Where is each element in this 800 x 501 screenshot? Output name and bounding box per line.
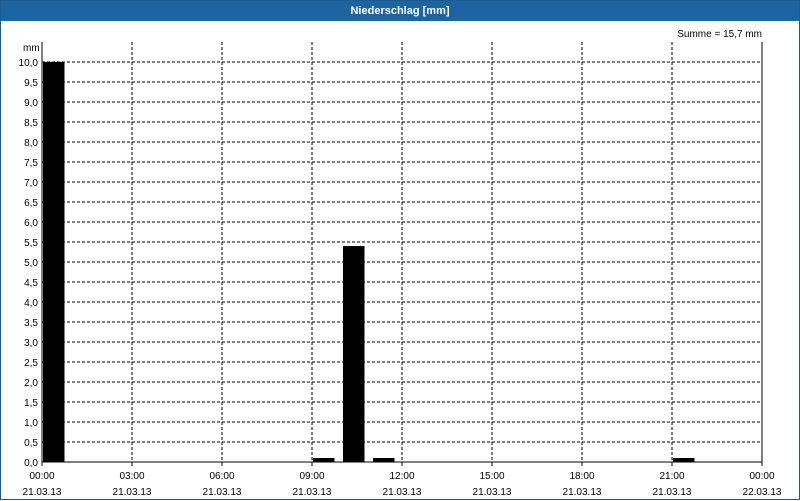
x-tick-time-label: 21:00: [659, 471, 684, 482]
y-unit-label: mm: [23, 43, 40, 54]
x-tick-date-label: 21.03.13: [473, 487, 512, 498]
y-tick-label: 3,0: [24, 338, 38, 349]
x-tick-time-label: 15:00: [479, 471, 504, 482]
x-tick-date-label: 21.03.13: [23, 487, 62, 498]
y-tick-label: 8,0: [24, 138, 38, 149]
y-tick-label: 9,0: [24, 98, 38, 109]
y-tick-label: 6,0: [24, 218, 38, 229]
precipitation-chart: 0,0 0,5 1,0 1,5 2,0 2,5 3,0 3,5 4,0 4,5 5,0 5,5 6,0 6…: [19, 29, 782, 498]
x-tick-date-label: 21.03.13: [563, 487, 602, 498]
y-tick-label: 5,5: [24, 238, 38, 249]
x-tick-date-label: 21.03.13: [383, 487, 422, 498]
y-tick-label: 10,0: [19, 58, 39, 69]
y-tick-label: 8,5: [24, 118, 38, 129]
y-tick-label: 0,5: [24, 438, 38, 449]
precipitation-bar: [43, 62, 65, 462]
x-tick-date-label: 21.03.13: [653, 487, 692, 498]
x-tick-time-label: 03:00: [119, 471, 144, 482]
precipitation-bar: [673, 458, 695, 462]
x-tick-date-label: 22.03.13: [743, 487, 782, 498]
y-tick-label: 1,5: [24, 398, 38, 409]
x-tick-time-label: 00:00: [29, 471, 54, 482]
x-tick-time-label: 06:00: [209, 471, 234, 482]
y-tick-label: 1,0: [24, 418, 38, 429]
x-tick-time-label: 12:00: [389, 471, 414, 482]
y-tick-label: 7,0: [24, 178, 38, 189]
y-tick-label: 4,0: [24, 298, 38, 309]
y-tick-label: 6,5: [24, 198, 38, 209]
x-tick-time-label: 00:00: [749, 471, 774, 482]
y-tick-label: 3,5: [24, 318, 38, 329]
x-tick-date-label: 21.03.13: [203, 487, 242, 498]
y-tick-label: 0,0: [24, 458, 38, 469]
chart-window: Niederschlag [mm] 0,0 0,5 1,0 1,5 2,0 2,5 3,0 3…: [0, 0, 800, 500]
y-tick-label: 7,5: [24, 158, 38, 169]
y-tick-label: 9,5: [24, 78, 38, 89]
y-tick-label: 5,0: [24, 258, 38, 269]
y-tick-label: 2,0: [24, 378, 38, 389]
y-tick-label: 2,5: [24, 358, 38, 369]
x-tick-date-label: 21.03.13: [113, 487, 152, 498]
x-tick-time-label: 18:00: [569, 471, 594, 482]
sum-label: Summe = 15,7 mm: [677, 29, 762, 40]
precipitation-bar: [343, 246, 365, 462]
precipitation-bar: [313, 458, 335, 462]
precipitation-bar: [373, 458, 395, 462]
x-tick-time-label: 09:00: [299, 471, 324, 482]
y-tick-label: 4,5: [24, 278, 38, 289]
x-tick-date-label: 21.03.13: [293, 487, 332, 498]
